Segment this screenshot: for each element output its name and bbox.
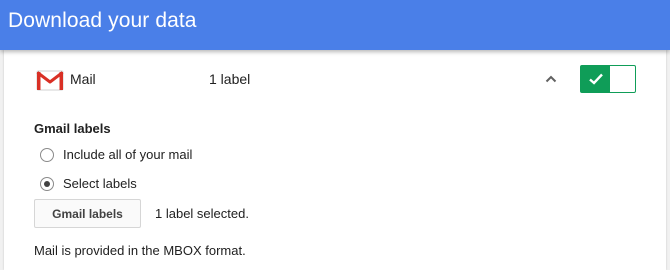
app-header: Download your data	[0, 0, 670, 50]
product-name: Mail	[70, 71, 96, 87]
radio-button[interactable]	[40, 148, 54, 162]
radio-label: Include all of your mail	[63, 147, 193, 162]
radio-label: Select labels	[63, 176, 137, 191]
page-title: Download your data	[8, 9, 197, 32]
selected-count: 1 label selected.	[155, 206, 249, 221]
include-product-toggle[interactable]	[580, 65, 636, 93]
format-note: Mail is provided in the MBOX format.	[34, 243, 246, 258]
radio-button[interactable]	[40, 177, 54, 191]
radio-selected-dot	[44, 181, 50, 187]
label-summary: 1 label	[209, 71, 251, 87]
gmail-labels-button[interactable]: Gmail labels	[34, 199, 141, 228]
check-icon	[589, 73, 603, 85]
toggle-on-indicator	[581, 66, 610, 92]
gmail-icon	[36, 70, 64, 91]
product-card-mail: Mail 1 label Gmail labels Include all of…	[4, 50, 666, 270]
chevron-up-icon[interactable]	[544, 73, 558, 85]
section-title: Gmail labels	[34, 121, 111, 136]
